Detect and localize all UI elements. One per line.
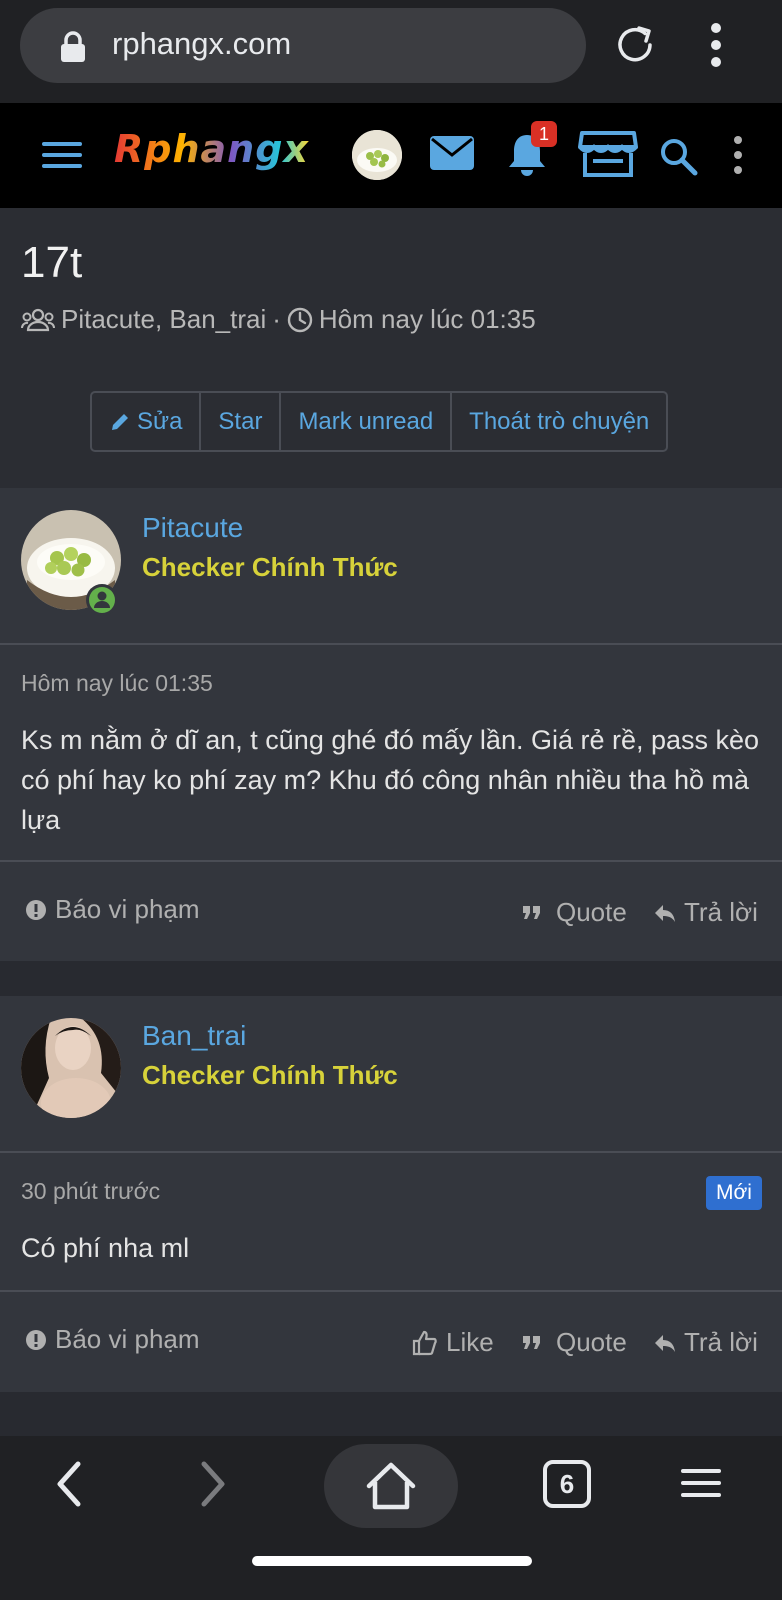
quote-icon [523,905,540,919]
quote-icon [523,1335,540,1349]
forward-icon[interactable] [196,1460,230,1508]
message: Pitacute Checker Chính Thức Hôm nay lúc … [0,488,782,961]
separator: · [272,304,281,334]
report-label: Báo vi phạm [55,894,200,924]
browser-bottom-bar: 6 [0,1436,782,1600]
like-label: Like [446,1327,494,1357]
avatar[interactable] [21,1018,121,1118]
quote-label: Quote [556,897,627,927]
user-title: Checker Chính Thức [142,1060,398,1090]
thumbs-up-icon [412,1330,437,1355]
message: Ban_trai Checker Chính Thức 30 phút trướ… [0,996,782,1392]
user-title: Checker Chính Thức [142,552,398,582]
search-icon[interactable] [658,136,698,176]
user-avatar[interactable] [352,130,402,180]
message-date[interactable]: Hôm nay lúc 01:35 [21,670,213,697]
address-bar[interactable]: rphangx.com [20,8,586,83]
reply-label: Trả lời [684,1327,758,1357]
like-button[interactable]: Like [412,1327,494,1358]
alert-icon [26,1329,46,1350]
report-label: Báo vi phạm [55,1324,200,1354]
reply-icon [655,1334,675,1352]
store-icon[interactable] [578,129,638,179]
pencil-icon [112,413,128,430]
quote-button[interactable]: Quote [522,897,627,928]
tabs-button[interactable]: 6 [543,1460,591,1508]
tab-count: 6 [559,1468,575,1499]
home-icon [366,1462,416,1510]
star-button[interactable]: Star [201,393,282,450]
conversation-time: Hôm nay lúc 01:35 [318,304,536,334]
message-date[interactable]: 30 phút trước [21,1178,160,1205]
conversation-header: 17t Pitacute, Ban_trai · Hôm nay lúc 01:… [0,208,782,488]
reply-label: Trả lời [684,897,758,927]
site-header: Rphangx 1 [0,103,782,208]
conversation-actions: Sửa Star Mark unread Thoát trò chuyện [90,391,669,452]
mail-icon[interactable] [430,136,474,170]
message-body: Ks m nằm ở dĩ an, t cũng ghé đó mấy lần.… [21,725,760,835]
edit-button[interactable]: Sửa [92,393,202,450]
users-icon [21,308,55,331]
gesture-bar[interactable] [252,1556,532,1566]
site-logo[interactable]: Rphangx [114,127,309,171]
back-icon[interactable] [52,1460,86,1508]
new-badge: Mới [706,1176,762,1210]
online-status-icon [86,584,118,616]
reply-icon [655,904,675,922]
reply-button[interactable]: Trả lời [654,1327,758,1358]
lock-icon [61,31,85,62]
reply-button[interactable]: Trả lời [654,897,758,928]
message-footer: Báo vi phạm Quote Trả lời [0,860,782,961]
report-button[interactable]: Báo vi phạm [25,894,200,925]
site-more-icon[interactable] [730,135,746,175]
edit-label: Sửa [137,407,183,435]
hamburger-menu-icon[interactable] [42,139,82,171]
alert-icon [26,899,46,920]
participants[interactable]: Pitacute, Ban_trai [61,304,266,335]
home-button[interactable] [324,1444,458,1528]
clock-icon [287,307,313,332]
message-body: Có phí nha ml [21,1233,190,1263]
page-title: 17t [21,238,83,287]
notification-badge: 1 [531,121,557,147]
message-header: Ban_trai Checker Chính Thức [0,996,782,1153]
username[interactable]: Pitacute [142,512,243,544]
browser-menu-icon[interactable] [706,22,726,68]
leave-conversation-button[interactable]: Thoát trò chuyện [452,393,666,450]
url-text[interactable]: rphangx.com [112,26,291,62]
username[interactable]: Ban_trai [142,1020,246,1052]
menu-icon[interactable] [681,1466,721,1500]
mark-unread-button[interactable]: Mark unread [281,393,453,450]
report-button[interactable]: Báo vi phạm [25,1324,200,1355]
reload-icon[interactable] [612,22,658,68]
quote-label: Quote [556,1327,627,1357]
message-header: Pitacute Checker Chính Thức [0,488,782,645]
message-footer: Báo vi phạm Like Quote Trả lời [0,1290,782,1392]
quote-button[interactable]: Quote [522,1327,627,1358]
browser-toolbar: rphangx.com [0,0,782,103]
conversation-meta: Pitacute, Ban_trai · Hôm nay lúc 01:35 [21,304,536,335]
